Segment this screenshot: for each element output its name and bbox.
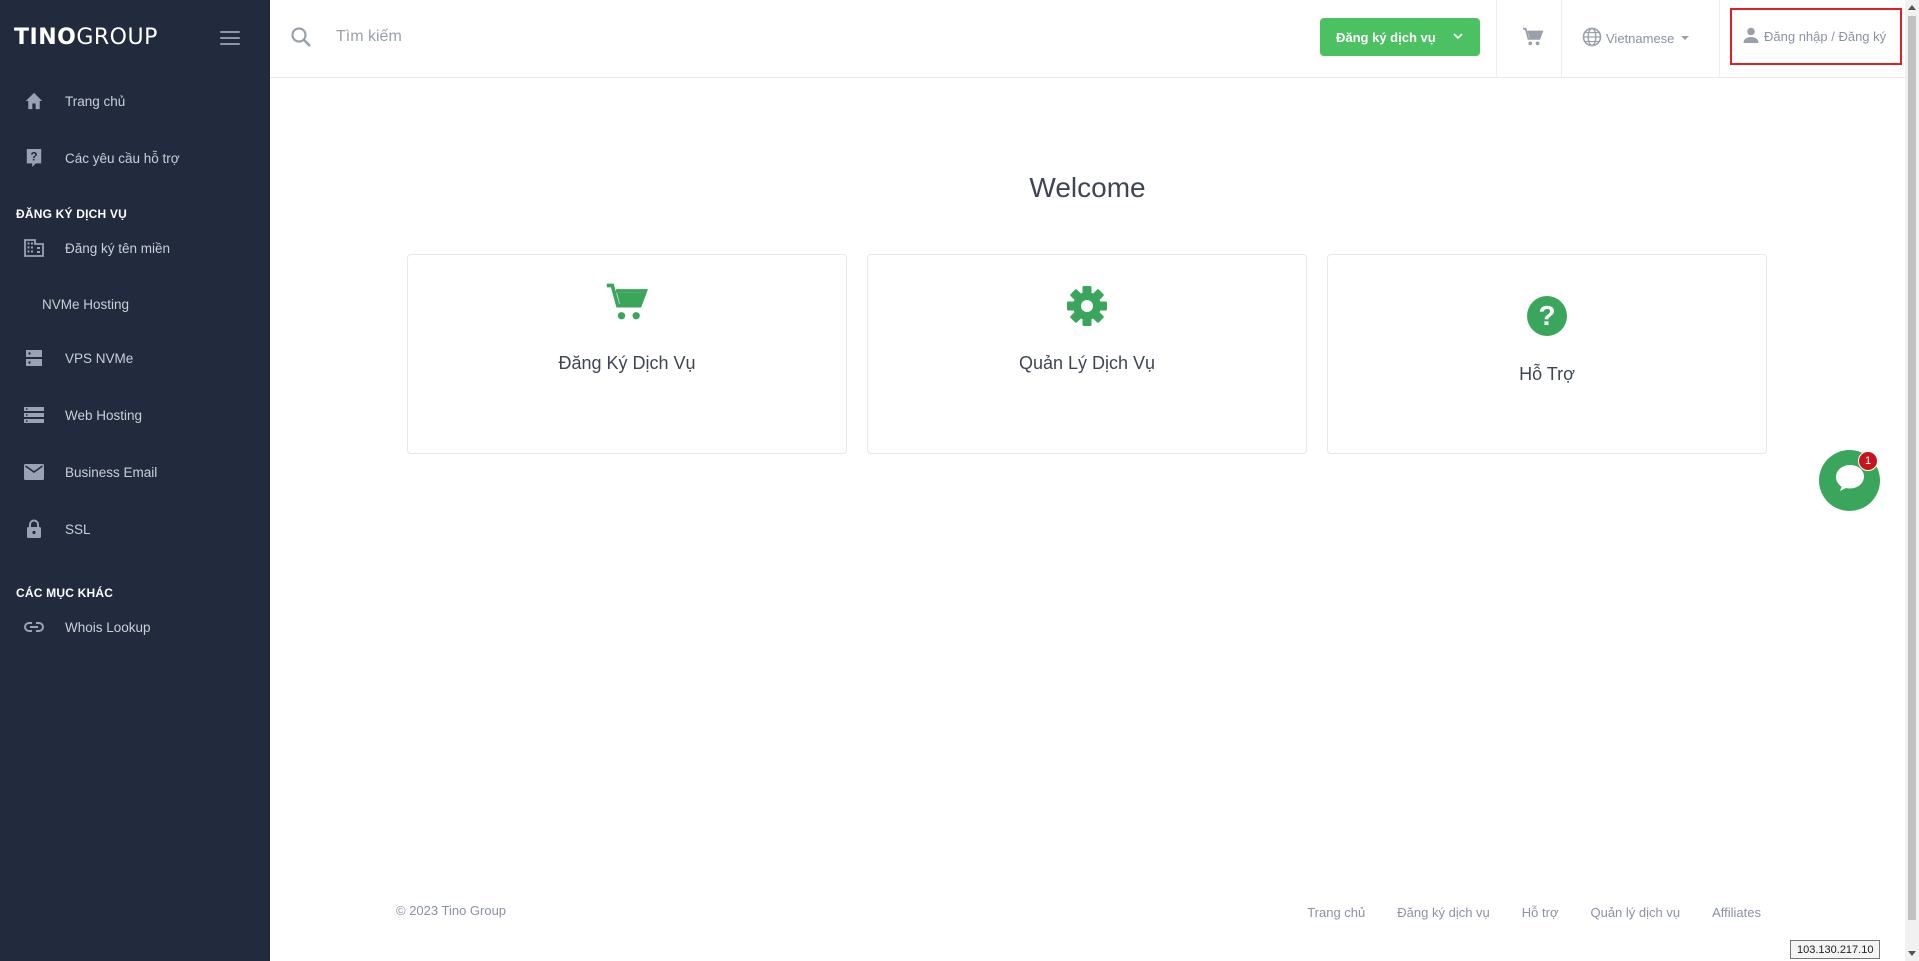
user-icon: [1742, 26, 1760, 47]
sidebar-item-label: Whois Lookup: [65, 619, 151, 635]
domain-icon: [24, 238, 44, 258]
sidebar-item-ssl[interactable]: SSL: [0, 509, 270, 549]
home-icon: [24, 91, 44, 111]
sidebar-item-label: Business Email: [65, 464, 158, 480]
sidebar-item-label: VPS NVMe: [65, 350, 134, 366]
footer-link-register-service[interactable]: Đăng ký dịch vụ: [1397, 905, 1490, 920]
caret-down-icon: [1678, 31, 1692, 46]
footer-link-affiliates[interactable]: Affiliates: [1712, 905, 1761, 920]
header-divider: [1561, 0, 1562, 78]
sidebar-item-label: SSL: [65, 521, 91, 537]
section-title-other: CÁC MỤC KHÁC: [16, 586, 114, 600]
sidebar-item-whois-lookup[interactable]: Whois Lookup: [0, 607, 270, 647]
sidebar-item-label: Web Hosting: [65, 407, 143, 423]
card-title: Đăng Ký Dịch Vụ: [558, 353, 696, 373]
search-icon[interactable]: [290, 26, 312, 48]
page-scrollbar[interactable]: [1905, 0, 1919, 961]
server-icon: [24, 348, 44, 368]
search-input[interactable]: [336, 22, 836, 52]
footer-links: Trang chủ Đăng ký dịch vụ Hỗ trợ Quản lý…: [1307, 905, 1761, 920]
card-support[interactable]: ? Hỗ Trợ: [1327, 254, 1767, 454]
scroll-down-arrow[interactable]: [1908, 951, 1916, 956]
logo-row: TINOGROUP: [0, 0, 270, 75]
ip-address-label: 103.130.217.10: [1790, 940, 1881, 959]
globe-icon: [1582, 27, 1602, 50]
help-box-icon: ?: [24, 148, 44, 168]
scroll-thumb[interactable]: [1908, 16, 1916, 920]
card-title: Quản Lý Dịch Vụ: [1018, 353, 1156, 373]
register-service-button[interactable]: Đăng ký dịch vụ: [1320, 18, 1480, 56]
sidebar-item-business-email[interactable]: Business Email: [0, 452, 270, 492]
sidebar-item-web-hosting[interactable]: Web Hosting: [0, 395, 270, 435]
footer-link-home[interactable]: Trang chủ: [1307, 905, 1365, 920]
top-header: Đăng ký dịch vụ Vietnamese Đăng nhập / Đ…: [270, 0, 1905, 78]
logo-text-right: GROUP: [76, 25, 158, 50]
card-register-service[interactable]: Đăng Ký Dịch Vụ: [407, 254, 847, 454]
footer-copyright: © 2023 Tino Group: [396, 903, 507, 918]
section-title-services: ĐĂNG KÝ DỊCH VỤ: [16, 207, 128, 221]
sidebar-item-label: NVMe Hosting: [42, 296, 130, 312]
language-selector[interactable]: Vietnamese: [1582, 26, 1692, 50]
sidebar-item-nvme-hosting[interactable]: NVMe Hosting: [0, 284, 270, 324]
sidebar: TINOGROUP Trang chủ ? Các yêu cầu hỗ trợ…: [0, 0, 270, 961]
login-register-button[interactable]: Đăng nhập / Đăng ký: [1730, 8, 1902, 65]
logo-text-left: TINO: [14, 25, 77, 50]
sidebar-item-vps-nvme[interactable]: VPS NVMe: [0, 338, 270, 378]
cart-icon: [408, 281, 846, 323]
header-divider: [1496, 0, 1497, 78]
cart-icon: [1522, 27, 1544, 52]
mail-icon: [24, 462, 44, 482]
svg-text:?: ?: [1538, 300, 1555, 331]
sidebar-item-label: Các yêu cầu hỗ trợ: [65, 150, 180, 166]
card-title: Hỗ Trợ: [1519, 364, 1575, 384]
link-icon: [24, 617, 44, 637]
login-register-label: Đăng nhập / Đăng ký: [1764, 29, 1887, 44]
list-icon: [24, 405, 44, 425]
menu-toggle-icon[interactable]: [220, 30, 240, 45]
chat-notification-badge: 1: [1858, 451, 1878, 471]
chevron-down-icon: [1452, 30, 1464, 45]
lock-icon: [24, 519, 44, 539]
language-label: Vietnamese: [1606, 30, 1675, 46]
sidebar-item-label: Trang chủ: [65, 93, 126, 109]
sidebar-item-home[interactable]: Trang chủ: [0, 81, 270, 121]
page-title: Welcome: [1029, 172, 1146, 203]
sidebar-item-label: Đăng ký tên miền: [65, 240, 171, 256]
footer-link-manage-service[interactable]: Quản lý dịch vụ: [1590, 905, 1680, 920]
scroll-up-arrow[interactable]: [1908, 5, 1916, 10]
logo[interactable]: TINOGROUP: [14, 25, 158, 50]
sidebar-item-support-requests[interactable]: ? Các yêu cầu hỗ trợ: [0, 138, 270, 178]
header-divider: [1719, 0, 1720, 78]
sidebar-item-domain[interactable]: Đăng ký tên miền: [0, 228, 270, 268]
gear-icon: [868, 285, 1306, 327]
footer-link-support[interactable]: Hỗ trợ: [1522, 905, 1559, 920]
svg-text:?: ?: [30, 151, 37, 164]
cart-button[interactable]: [1518, 24, 1548, 54]
register-service-label: Đăng ký dịch vụ: [1336, 29, 1436, 45]
question-icon: ?: [1328, 295, 1766, 337]
card-manage-service[interactable]: Quản Lý Dịch Vụ: [867, 254, 1307, 454]
